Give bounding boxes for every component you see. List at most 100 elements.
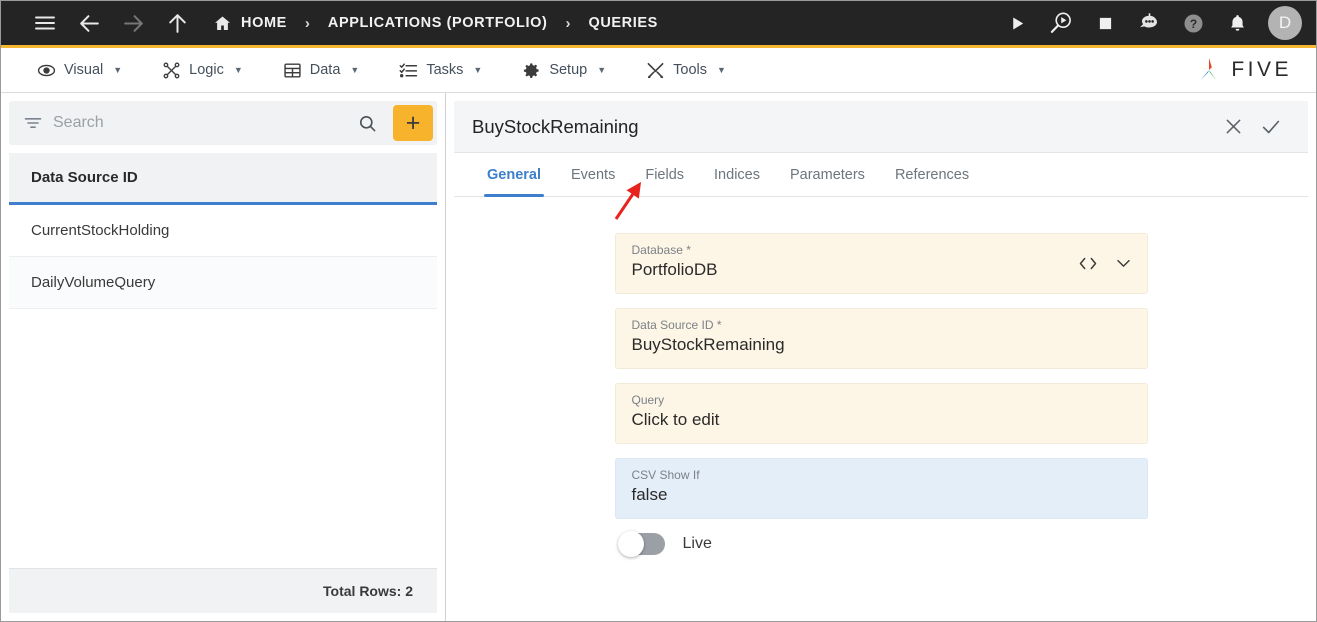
csv-show-if-field-value: false [631,484,668,504]
search-input[interactable] [53,114,342,132]
menu-item-setup[interactable]: Setup ▼ [502,48,626,92]
top-nav-actions: ? D [996,2,1302,44]
tools-icon [646,61,665,80]
list-item[interactable]: CurrentStockHolding [9,205,437,257]
live-toggle[interactable] [617,530,665,557]
breadcrumb-separator-2: › [565,14,571,32]
data-source-id-label-text: Data Source ID [631,317,714,332]
chevron-down-icon-setup: ▼ [597,65,607,75]
tab-references[interactable]: References [880,153,984,196]
brand-logo-text: FIVE [1231,58,1292,81]
five-star-logo-icon [1194,55,1224,85]
query-field-label: Query [631,392,665,407]
tab-general[interactable]: General [472,153,556,197]
live-toggle-label: Live [682,534,712,552]
stop-icon[interactable] [1084,2,1126,44]
filter-icon[interactable] [23,113,43,133]
tab-fields[interactable]: Fields [630,153,699,196]
search-box[interactable]: + [9,101,437,145]
database-field-icons [1078,254,1133,273]
chevron-down-icon-visual: ▼ [113,65,123,75]
menu-label-tools: Tools [673,62,707,78]
gear-icon [522,61,541,80]
top-navigation-bar: HOME › APPLICATIONS (PORTFOLIO) › QUERIE… [1,1,1316,48]
breadcrumb-label-applications: APPLICATIONS (PORTFOLIO) [327,15,548,31]
chevron-down-icon[interactable] [1114,254,1133,273]
breadcrumb-separator-1: › [304,14,310,32]
general-tab-form: Database * PortfolioDB Data Source ID * … [446,197,1316,621]
data-source-list: Data Source ID CurrentStockHolding Daily… [1,145,445,568]
data-source-id-field-label: Data Source ID * [631,317,722,332]
logic-icon [162,61,181,80]
data-source-id-field[interactable]: Data Source ID * BuyStockRemaining [614,307,1148,369]
menu-item-visual[interactable]: Visual ▼ [17,48,142,92]
detail-panel: BuyStockRemaining General Events Fields … [446,93,1316,621]
table-icon [283,61,302,80]
list-column-header-data-source-id: Data Source ID [9,153,437,205]
help-icon[interactable]: ? [1172,2,1214,44]
breadcrumb-label-home: HOME [241,15,287,31]
checklist-icon [399,61,418,80]
list-rows: CurrentStockHolding DailyVolumeQuery [9,205,437,568]
csv-show-if-field-label: CSV Show If [631,467,700,482]
total-rows-label: Total Rows: 2 [9,568,437,613]
check-icon[interactable] [1252,108,1290,146]
detail-header: BuyStockRemaining [454,101,1308,153]
eye-icon [37,61,56,80]
breadcrumb-item-applications[interactable]: APPLICATIONS (PORTFOLIO) [328,15,548,31]
list-item[interactable]: DailyVolumeQuery [9,257,437,309]
notifications-icon[interactable] [1216,2,1258,44]
chevron-down-icon-tasks: ▼ [473,65,483,75]
menu-label-data: Data [309,62,341,78]
add-button[interactable]: + [393,105,433,141]
menu-label-visual: Visual [64,62,104,78]
chevron-down-icon-data: ▼ [350,65,360,75]
query-field-value[interactable]: Click to edit [632,409,1131,432]
search-row: + [1,93,445,145]
main-menu-bar: Visual ▼ Logic ▼ Data ▼ Tasks ▼ Setup ▼ … [1,48,1316,93]
arrow-up-icon[interactable] [155,3,199,43]
live-toggle-row: Live [615,530,1148,557]
arrow-left-icon[interactable] [67,3,111,43]
tab-indices[interactable]: Indices [699,153,775,196]
code-icon[interactable] [1078,255,1098,271]
sidebar-panel: + Data Source ID CurrentStockHolding Dai… [1,93,446,621]
home-icon [213,14,232,33]
breadcrumb-label-queries: QUERIES [588,15,658,31]
tab-bar: General Events Fields Indices Parameters… [454,153,1308,197]
csv-show-if-field[interactable]: CSV Show If false [614,457,1148,519]
chevron-down-icon-logic: ▼ [233,65,243,75]
database-field[interactable]: Database * PortfolioDB [614,233,1148,294]
avatar[interactable]: D [1268,6,1302,40]
top-nav-left-group: HOME › APPLICATIONS (PORTFOLIO) › QUERIE… [23,3,996,43]
database-field-label: Database * [631,243,691,257]
debug-icon[interactable] [1040,2,1082,44]
breadcrumb-item-queries[interactable]: QUERIES [588,15,657,31]
live-toggle-knob [617,530,644,557]
data-source-id-field-value: BuyStockRemaining [631,334,785,354]
search-icon[interactable] [352,114,383,133]
chevron-down-icon-tools: ▼ [717,65,726,75]
breadcrumb-item-home[interactable]: HOME [213,14,287,33]
close-icon[interactable] [1214,108,1252,146]
hamburger-icon[interactable] [23,3,67,43]
menu-item-data[interactable]: Data ▼ [263,48,380,92]
menu-item-tasks[interactable]: Tasks ▼ [379,48,502,92]
svg-text:?: ? [1189,16,1196,30]
menu-label-logic: Logic [189,62,224,78]
menu-item-tools[interactable]: Tools ▼ [626,48,746,92]
page-title: BuyStockRemaining [472,115,639,137]
arrow-right-icon[interactable] [111,3,155,43]
database-field-value: PortfolioDB [631,260,718,279]
query-field[interactable]: Query Click to edit [614,382,1148,444]
bot-icon[interactable] [1128,2,1170,44]
run-icon[interactable] [996,2,1038,44]
menu-label-tasks: Tasks [426,62,464,78]
main-body: + Data Source ID CurrentStockHolding Dai… [1,93,1316,621]
tab-events[interactable]: Events [556,153,630,196]
tab-parameters[interactable]: Parameters [775,153,880,196]
menu-label-setup: Setup [549,62,588,78]
application-window: HOME › APPLICATIONS (PORTFOLIO) › QUERIE… [0,0,1317,622]
brand-logo: FIVE [1194,55,1300,85]
menu-item-logic[interactable]: Logic ▼ [142,48,263,92]
